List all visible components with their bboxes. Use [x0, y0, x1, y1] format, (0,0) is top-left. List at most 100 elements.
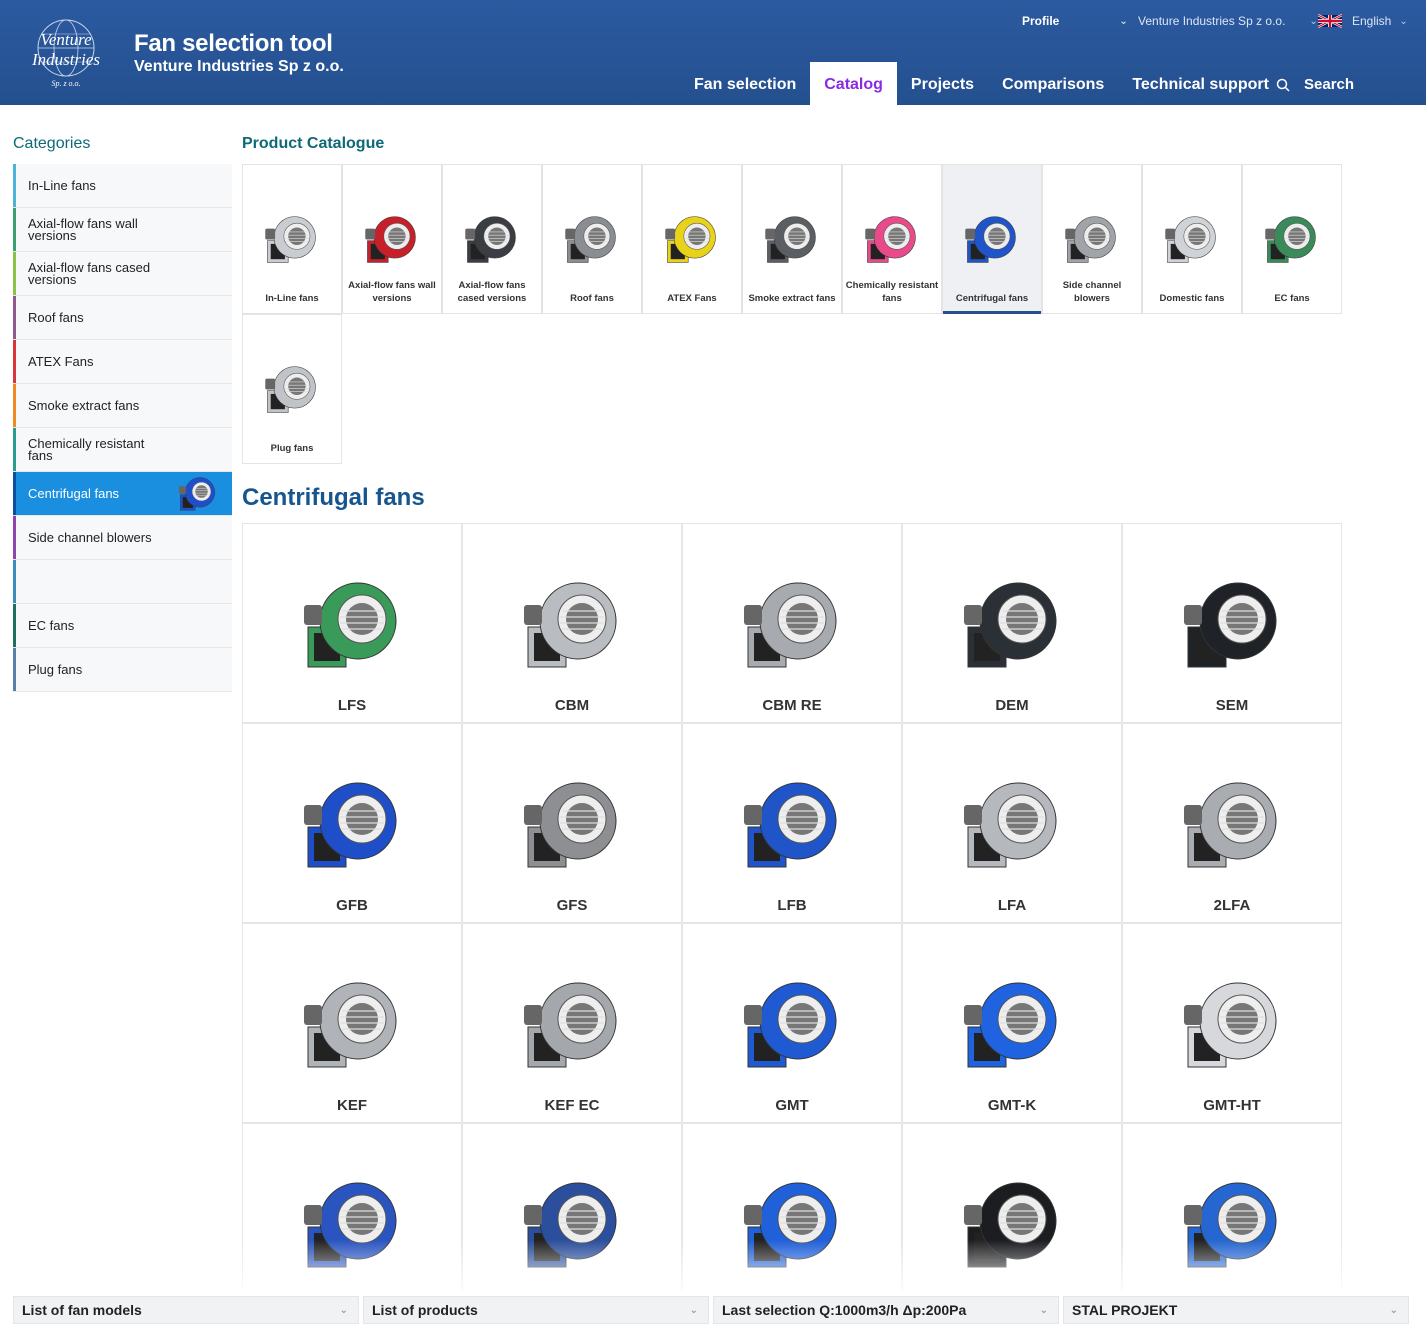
nav-tab-fan-selection[interactable]: Fan selection [680, 62, 810, 105]
sidebar-item-label: Roof fans [28, 309, 84, 325]
categories-heading: Categories [13, 135, 91, 152]
product-name: GMT [775, 1097, 809, 1114]
nav-tab-projects[interactable]: Projects [897, 62, 988, 105]
product-card-cbm[interactable]: CBM [462, 523, 682, 723]
category-tile-plug-fans[interactable]: Plug fans [242, 314, 342, 464]
company-logo[interactable]: Venture Industries Sp. z o.o. [16, 18, 116, 90]
svg-text:Venture: Venture [40, 30, 92, 49]
dropdown-label: STAL PROJEKT [1072, 1302, 1178, 1318]
sidebar-item-label: ATEX Fans [28, 353, 94, 369]
search-button[interactable]: Search [1276, 76, 1354, 93]
chevron-down-icon: ⌄ [1309, 15, 1318, 27]
product-card-gfb[interactable]: GFB [242, 723, 462, 923]
sidebar-item-side-channel-blowers[interactable]: Side channel blowers [13, 516, 232, 560]
company-name: Venture Industries Sp z o.o. [134, 58, 344, 75]
category-tile-label: Chemically resistant fans [845, 280, 939, 304]
product-name: GFS [556, 897, 588, 914]
sidebar-item-axial-flow-fans-cased-versions[interactable]: Axial-flow fans cased versions [13, 252, 232, 296]
chevron-down-icon: ⌄ [1399, 15, 1408, 27]
products-dropdown[interactable]: List of products ⌄ [363, 1296, 709, 1324]
dropdown-label: Last selection Q:1000m3/h Δp:200Pa [722, 1302, 967, 1318]
category-tile-label: Domestic fans [1159, 293, 1225, 304]
product-card-gmt-k[interactable]: GMT-K [902, 923, 1122, 1123]
product-name: CBM RE [762, 697, 822, 714]
fan-models-dropdown[interactable]: List of fan models ⌄ [13, 1296, 359, 1324]
dropdown-label: List of products [372, 1302, 478, 1318]
nav-tab-catalog[interactable]: Catalog [810, 62, 897, 105]
profile-menu[interactable]: Profile ⌄ [1022, 14, 1128, 28]
sidebar-item-roof-fans[interactable]: Roof fans [13, 296, 232, 340]
sidebar-item-chemically-resistant-fans[interactable]: Chemically resistant fans [13, 428, 232, 472]
category-tile-centrifugal-fans[interactable]: Centrifugal fans [942, 164, 1042, 314]
sidebar-item-label: Plug fans [28, 661, 83, 677]
product-card-gfs[interactable]: GFS [462, 723, 682, 923]
product-name: GMT-HT [1203, 1097, 1261, 1114]
sidebar-item-empty-9[interactable] [13, 560, 232, 604]
category-tile-chemically-resistant-fans[interactable]: Chemically resistant fans [842, 164, 942, 314]
product-card-lfb[interactable]: LFB [682, 723, 902, 923]
dropdown-label: List of fan models [22, 1302, 142, 1318]
language-label: English [1352, 14, 1392, 28]
sidebar-item-in-line-fans[interactable]: In-Line fans [13, 164, 232, 208]
category-tile-axial-flow-fans-wall-versions[interactable]: Axial-flow fans wall versions [342, 164, 442, 314]
app-title: Fan selection tool [134, 30, 333, 57]
product-catalogue-heading: Product Catalogue [242, 135, 385, 152]
last-selection-dropdown[interactable]: Last selection Q:1000m3/h Δp:200Pa ⌄ [713, 1296, 1059, 1324]
product-name: KEF EC [544, 1097, 600, 1114]
sidebar-item-atex-fans[interactable]: ATEX Fans [13, 340, 232, 384]
category-tile-in-line-fans[interactable]: In-Line fans [242, 164, 342, 314]
category-tile-smoke-extract-fans[interactable]: Smoke extract fans [742, 164, 842, 314]
sidebar-item-centrifugal-fans[interactable]: Centrifugal fans [13, 472, 232, 516]
product-card-dem[interactable]: DEM [902, 523, 1122, 723]
sidebar-item-ec-fans[interactable]: EC fans [13, 604, 232, 648]
category-tile-label: Side channel blowers [1062, 280, 1122, 304]
categories-sidebar: In-Line fans Axial-flow fans wall version… [13, 164, 232, 692]
category-tile-label: Plug fans [270, 443, 314, 454]
product-card-2lfa[interactable]: 2LFA [1122, 723, 1342, 923]
sidebar-item-label: Smoke extract fans [28, 397, 140, 413]
product-card-sem[interactable]: SEM [1122, 523, 1342, 723]
product-name: KEF [337, 1097, 367, 1114]
uk-flag-icon [1318, 14, 1342, 28]
account-menu[interactable]: Venture Industries Sp z o.o. ⌄ [1138, 14, 1318, 28]
product-name: LFA [997, 897, 1027, 914]
product-card-kef[interactable]: KEF [242, 923, 462, 1123]
chevron-down-icon: ⌄ [1119, 15, 1128, 27]
category-tile-atex-fans[interactable]: ATEX Fans [642, 164, 742, 314]
section-title: Centrifugal fans [242, 484, 425, 511]
product-card-cbm-re[interactable]: CBM RE [682, 523, 902, 723]
sidebar-item-label: Axial-flow fans cased versions [28, 259, 151, 287]
chevron-down-icon: ⌄ [1389, 1305, 1398, 1316]
category-tile-side-channel-blowers[interactable]: Side channel blowers [1042, 164, 1142, 314]
category-tile-roof-fans[interactable]: Roof fans [542, 164, 642, 314]
category-tile-label: Axial-flow fans wall versions [348, 280, 436, 304]
language-menu[interactable]: English ⌄ [1318, 14, 1408, 28]
product-card-gmt[interactable]: GMT [682, 923, 902, 1123]
product-card-kef-ec[interactable]: KEF EC [462, 923, 682, 1123]
category-tile-axial-flow-fans-cased-versions[interactable]: Axial-flow fans cased versions [442, 164, 542, 314]
category-tile-domestic-fans[interactable]: Domestic fans [1142, 164, 1242, 314]
category-tile-label: Smoke extract fans [748, 293, 836, 304]
product-card-gmt-ht[interactable]: GMT-HT [1122, 923, 1342, 1123]
sidebar-item-label: In-Line fans [28, 177, 96, 193]
product-card-lfa[interactable]: LFA [902, 723, 1122, 923]
product-name: CBM [554, 697, 590, 714]
sidebar-item-plug-fans[interactable]: Plug fans [13, 648, 232, 692]
svg-text:Industries: Industries [31, 50, 100, 69]
main-nav: Fan selection Catalog Projects Compariso… [680, 62, 1283, 105]
category-tile-label: ATEX Fans [667, 293, 717, 304]
product-name: SEM [1215, 697, 1249, 714]
product-name: GMT-K [987, 1097, 1037, 1114]
product-name: GFB [336, 897, 368, 914]
sidebar-item-axial-flow-fans-wall-versions[interactable]: Axial-flow fans wall versions [13, 208, 232, 252]
company-dropdown[interactable]: STAL PROJEKT ⌄ [1063, 1296, 1409, 1324]
nav-tab-comparisons[interactable]: Comparisons [988, 62, 1118, 105]
product-card-lfs[interactable]: LFS [242, 523, 462, 723]
product-name: DEM [995, 697, 1029, 714]
category-tile-ec-fans[interactable]: EC fans [1242, 164, 1342, 314]
product-name: 2LFA [1213, 897, 1251, 914]
nav-tab-technical-support[interactable]: Technical support [1118, 62, 1283, 105]
product-name: LFB [777, 897, 807, 914]
sidebar-item-smoke-extract-fans[interactable]: Smoke extract fans [13, 384, 232, 428]
category-thumbnail [168, 472, 232, 515]
